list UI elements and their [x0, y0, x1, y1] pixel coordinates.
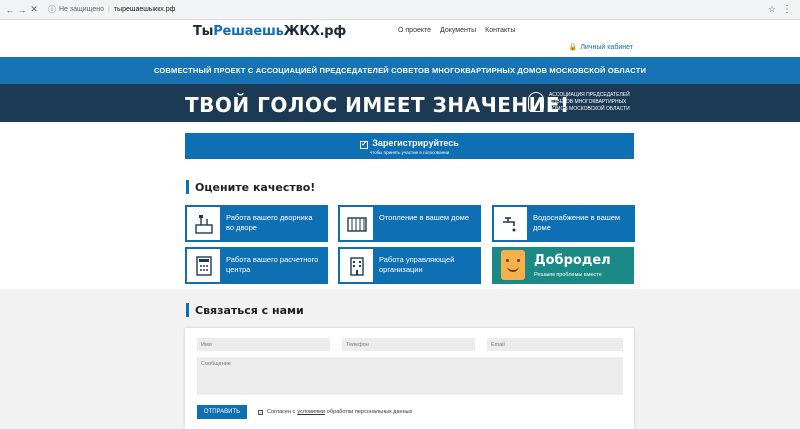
register-title: ✓ Зарегистрируйтесь	[185, 138, 634, 149]
tile-label: Работа управляющей организации	[379, 255, 455, 274]
personal-cabinet-link[interactable]: 🔒 Личный кабинет	[569, 43, 633, 51]
calculator-icon	[187, 249, 220, 282]
message-field[interactable]	[197, 357, 623, 395]
logo-part-ty: Ты	[193, 24, 214, 39]
tile-janitor[interactable]: Работа вашего дворника во дворе	[185, 205, 328, 242]
project-banner: СОВМЕСТНЫЙ ПРОЕКТ С АССОЦИАЦИЕЙ ПРЕДСЕДА…	[0, 57, 800, 84]
nav-about[interactable]: О проекте	[398, 27, 431, 34]
slogan-banner: ТВОЙ ГОЛОС ИМЕЕТ ЗНАЧЕНИЕ! АССОЦИАЦИЯ ПР…	[0, 84, 800, 122]
consent-text-pre: Согласен с	[267, 409, 296, 415]
back-icon[interactable]: ←	[4, 5, 16, 15]
send-button[interactable]: ОТПРАВИТЬ	[197, 405, 247, 419]
project-text: СОВМЕСТНЫЙ ПРОЕКТ С АССОЦИАЦИЕЙ ПРЕДСЕДА…	[153, 66, 647, 75]
checkbox-icon: ✓	[360, 141, 369, 149]
tile-billing[interactable]: Работа вашего расчетного центра	[185, 247, 328, 284]
consent-row: ✓ Согласен с условиями обработки персона…	[258, 409, 412, 415]
cabinet-label: Личный кабинет	[580, 44, 633, 51]
dobrodel-subtitle: Решаем проблемы вместе	[534, 272, 602, 278]
name-field[interactable]	[197, 338, 330, 351]
nav-contacts[interactable]: Контакты	[485, 27, 515, 34]
email-field[interactable]	[487, 338, 623, 351]
tile-heating[interactable]: Отопление в вашем доме	[338, 205, 481, 242]
info-icon[interactable]: ⓘ	[48, 4, 56, 15]
contact-section-title: Связаться с нами	[186, 303, 304, 317]
contact-form: ОТПРАВИТЬ ✓ Согласен с условиями обработ…	[185, 328, 634, 429]
phone-field[interactable]	[342, 338, 475, 351]
rate-section-title: Оцените качество!	[185, 180, 316, 194]
water-tap-icon	[494, 207, 527, 240]
browser-menu-icon[interactable]: ⋮	[782, 4, 792, 15]
dobrodel-name: Добродел	[534, 253, 611, 268]
bookmark-star-icon[interactable]: ☆	[768, 4, 776, 15]
tile-water[interactable]: Водоснабжение в вашем доме	[492, 205, 635, 242]
association-emblem-icon	[528, 92, 544, 112]
tile-label: Отопление в вашем доме	[379, 213, 469, 222]
top-nav: О проекте Документы Контакты	[398, 27, 515, 34]
tile-label: Работа вашего расчетного центра	[226, 255, 319, 274]
browser-toolbar: ← → ✕ ⓘ Не защищено | тырешаешьжкх.рф ☆ …	[0, 0, 800, 20]
consent-checkbox[interactable]: ✓	[258, 409, 263, 415]
register-button[interactable]: ✓ Зарегистрируйтесь чтобы принять участие…	[185, 133, 634, 159]
building-icon	[340, 249, 373, 282]
tile-label: Работа вашего дворника во дворе	[226, 213, 313, 232]
logo-part-reshaesh: Решаешь	[213, 24, 284, 39]
register-subtitle: чтобы принять участие в голосовании	[369, 150, 450, 155]
security-status: Не защищено	[59, 6, 104, 13]
site-header: ТыРешаешьЖКХ.рф О проекте Документы Конт…	[0, 20, 800, 57]
consent-text-post: обработки персональных данных	[326, 409, 413, 415]
register-label: Зарегистрируйтесь	[372, 138, 459, 148]
tile-label: Водоснабжение в вашем доме	[533, 213, 621, 232]
forward-icon[interactable]: →	[16, 5, 28, 15]
association-name: АССОЦИАЦИЯ ПРЕДСЕДАТЕЛЕЙ СОВЕТОВ МНОГОКВ…	[549, 92, 630, 112]
site-logo[interactable]: ТыРешаешьЖКХ.рф	[193, 24, 346, 39]
logo-part-zhkh: ЖКХ.рф	[283, 24, 347, 39]
tile-management[interactable]: Работа управляющей организации	[338, 247, 481, 284]
smiley-icon	[501, 250, 525, 280]
dobrodel-banner[interactable]: Добродел Решаем проблемы вместе	[492, 247, 634, 284]
terms-link[interactable]: условиями	[297, 409, 325, 415]
stop-icon[interactable]: ✕	[28, 4, 40, 15]
radiator-icon	[340, 207, 373, 240]
janitor-icon	[187, 207, 220, 240]
address-bar[interactable]: тырешаешьжкх.рф	[114, 6, 176, 13]
slogan: ТВОЙ ГОЛОС ИМЕЕТ ЗНАЧЕНИЕ!	[185, 93, 570, 117]
lock-icon: 🔒	[568, 44, 578, 51]
nav-documents[interactable]: Документы	[440, 27, 476, 34]
address-separator: |	[108, 6, 110, 13]
